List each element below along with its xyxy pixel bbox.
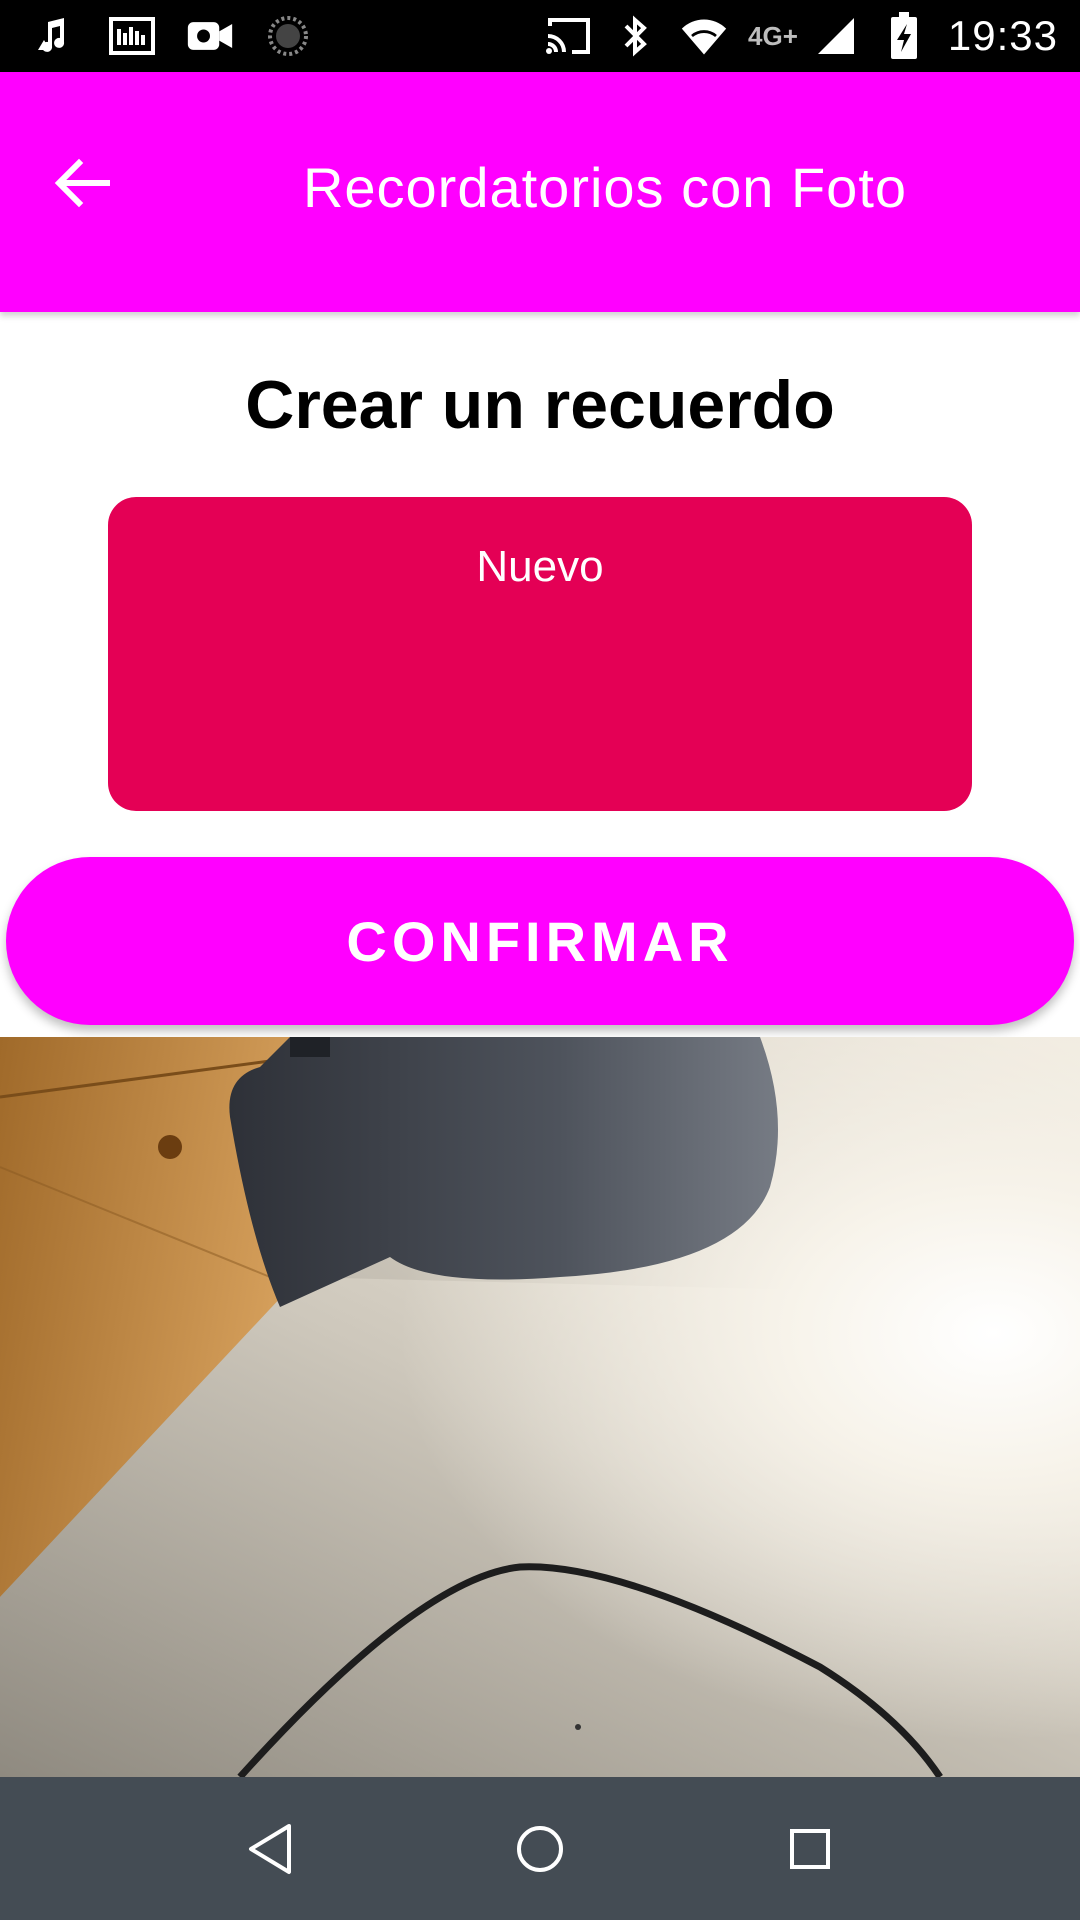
nav-back-button[interactable]: [228, 1807, 312, 1891]
arrow-back-icon: [54, 158, 110, 208]
nav-home-button[interactable]: [498, 1807, 582, 1891]
cast-icon: [544, 12, 592, 60]
note-text-field[interactable]: Nuevo: [108, 497, 972, 811]
system-status-icons: 4G+ 19:33: [544, 8, 1058, 64]
photo-preview-image: [0, 1037, 1080, 1777]
bluetooth-icon: [612, 12, 660, 60]
home-circle-icon: [517, 1826, 563, 1872]
wifi-icon: [680, 12, 728, 60]
navigation-bar: [0, 1777, 1080, 1920]
app-bar: Recordatorios con Foto: [0, 72, 1080, 312]
confirm-button[interactable]: CONFIRMAR: [6, 857, 1074, 1025]
media-notification-icon: [108, 12, 156, 60]
loading-circle-icon: [264, 12, 312, 60]
nav-recents-button[interactable]: [768, 1807, 852, 1891]
video-camera-icon: [186, 12, 234, 60]
clock: 19:33: [947, 12, 1058, 59]
recents-square-icon: [790, 1829, 830, 1869]
page-title: Crear un recuerdo: [245, 367, 835, 443]
network-type-label: 4G+: [748, 20, 798, 51]
battery-charging-icon: [880, 12, 928, 60]
back-triangle-icon: [249, 1824, 291, 1874]
note-input-value[interactable]: Nuevo: [108, 537, 972, 597]
photo-preview: [0, 1037, 1080, 1777]
music-notification-icon: [30, 12, 78, 60]
status-bar: 4G+ 19:33: [0, 0, 1080, 72]
back-button[interactable]: [40, 140, 126, 226]
app-title: Recordatorios con Foto: [302, 156, 908, 219]
notification-icons: [30, 10, 312, 62]
cell-signal-icon: [812, 12, 860, 60]
